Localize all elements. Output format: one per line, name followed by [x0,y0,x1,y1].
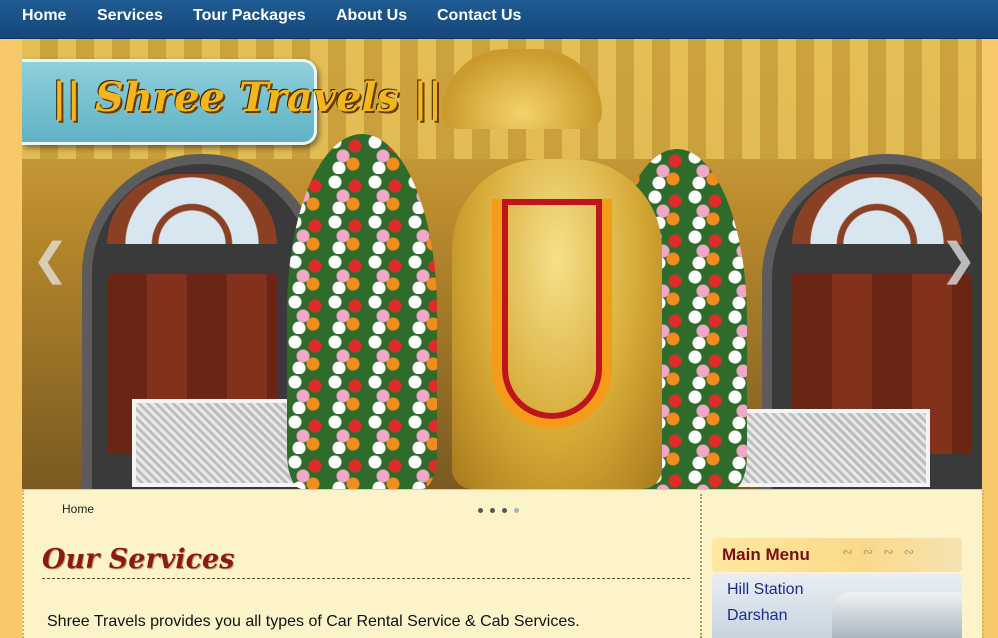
page-title: Our Services [42,544,235,575]
main-menu-header: Main Menu ∾ ∾ ∾ ∾ [712,538,962,572]
right-border [978,490,984,638]
swirl-decoration-icon: ∾ ∾ ∾ ∾ [842,544,918,559]
slide-dot-2[interactable] [490,508,495,513]
site-logo[interactable]: || Shree Travels || [22,59,442,145]
left-railing [132,399,310,487]
chevron-right-icon[interactable]: ❯ [940,234,977,285]
right-railing [722,409,930,487]
slide-dot-3[interactable] [502,508,507,513]
top-navigation-bar: Home Services Tour Packages About Us Con… [0,0,998,39]
garland [492,199,612,429]
nav-about-us[interactable]: About Us [336,7,407,25]
intro-text: Shree Travels provides you all types of … [47,613,580,630]
hero-slider: || Shree Travels || ❮ ❯ [22,39,982,489]
breadcrumb-home[interactable]: Home [62,502,94,516]
left-flower-arrangement [287,134,437,489]
slide-dot-1[interactable] [478,508,483,513]
title-divider [42,578,690,579]
main-menu-heading: Main Menu [722,545,810,564]
train-image [832,592,962,638]
nav-contact-us[interactable]: Contact Us [437,7,521,25]
slide-dot-4[interactable] [514,508,519,513]
nav-tour-packages[interactable]: Tour Packages [193,7,306,25]
logo-text: || Shree Travels || [52,74,443,121]
menu-item-darshan[interactable]: Darshan [727,607,787,625]
chevron-left-icon[interactable]: ❮ [32,234,69,285]
left-border [22,490,28,638]
slider-pagination [478,500,526,518]
nav-home[interactable]: Home [22,7,66,25]
menu-item-hill-station[interactable]: Hill Station [727,581,803,599]
column-divider [700,494,702,638]
nav-services[interactable]: Services [97,7,163,25]
